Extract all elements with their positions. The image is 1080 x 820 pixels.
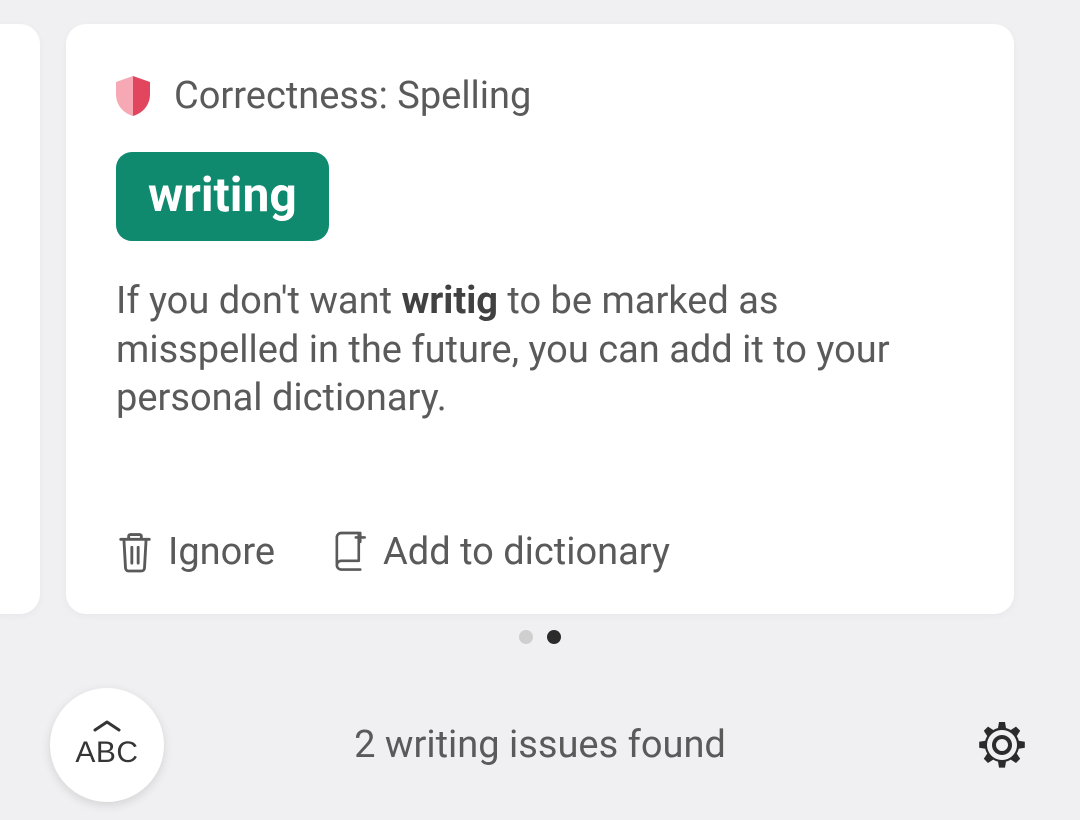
pager-dots: [519, 630, 561, 644]
gear-icon: [976, 719, 1028, 771]
card-description: If you don't want writig to be marked as…: [116, 277, 964, 423]
previous-card-edge[interactable]: [0, 24, 40, 614]
suggestion-card: Correctness: Spelling writing If you don…: [66, 24, 1014, 614]
card-header: Correctness: Spelling: [116, 74, 964, 118]
settings-button[interactable]: [974, 717, 1030, 773]
keyboard-toggle-label: ABC: [75, 736, 138, 770]
shield-icon: [116, 76, 150, 116]
correction-chip[interactable]: writing: [116, 152, 329, 241]
pager-dot-1[interactable]: [547, 630, 561, 644]
ignore-label: Ignore: [168, 530, 275, 574]
status-text: 2 writing issues found: [354, 723, 726, 767]
chevron-up-icon: [93, 720, 121, 732]
book-plus-icon: [331, 531, 369, 573]
bottom-bar: ABC 2 writing issues found: [0, 670, 1080, 820]
add-to-dictionary-label: Add to dictionary: [383, 530, 670, 574]
card-actions: Ignore Add to dictionary: [116, 530, 964, 574]
keyboard-toggle-button[interactable]: ABC: [50, 688, 164, 802]
trash-icon: [116, 531, 154, 573]
pager-dot-0[interactable]: [519, 630, 533, 644]
desc-prefix: If you don't want: [116, 279, 401, 323]
ignore-button[interactable]: Ignore: [116, 530, 275, 574]
add-to-dictionary-button[interactable]: Add to dictionary: [331, 530, 670, 574]
desc-bold-word: writig: [401, 279, 498, 323]
category-label: Correctness: Spelling: [174, 74, 531, 118]
